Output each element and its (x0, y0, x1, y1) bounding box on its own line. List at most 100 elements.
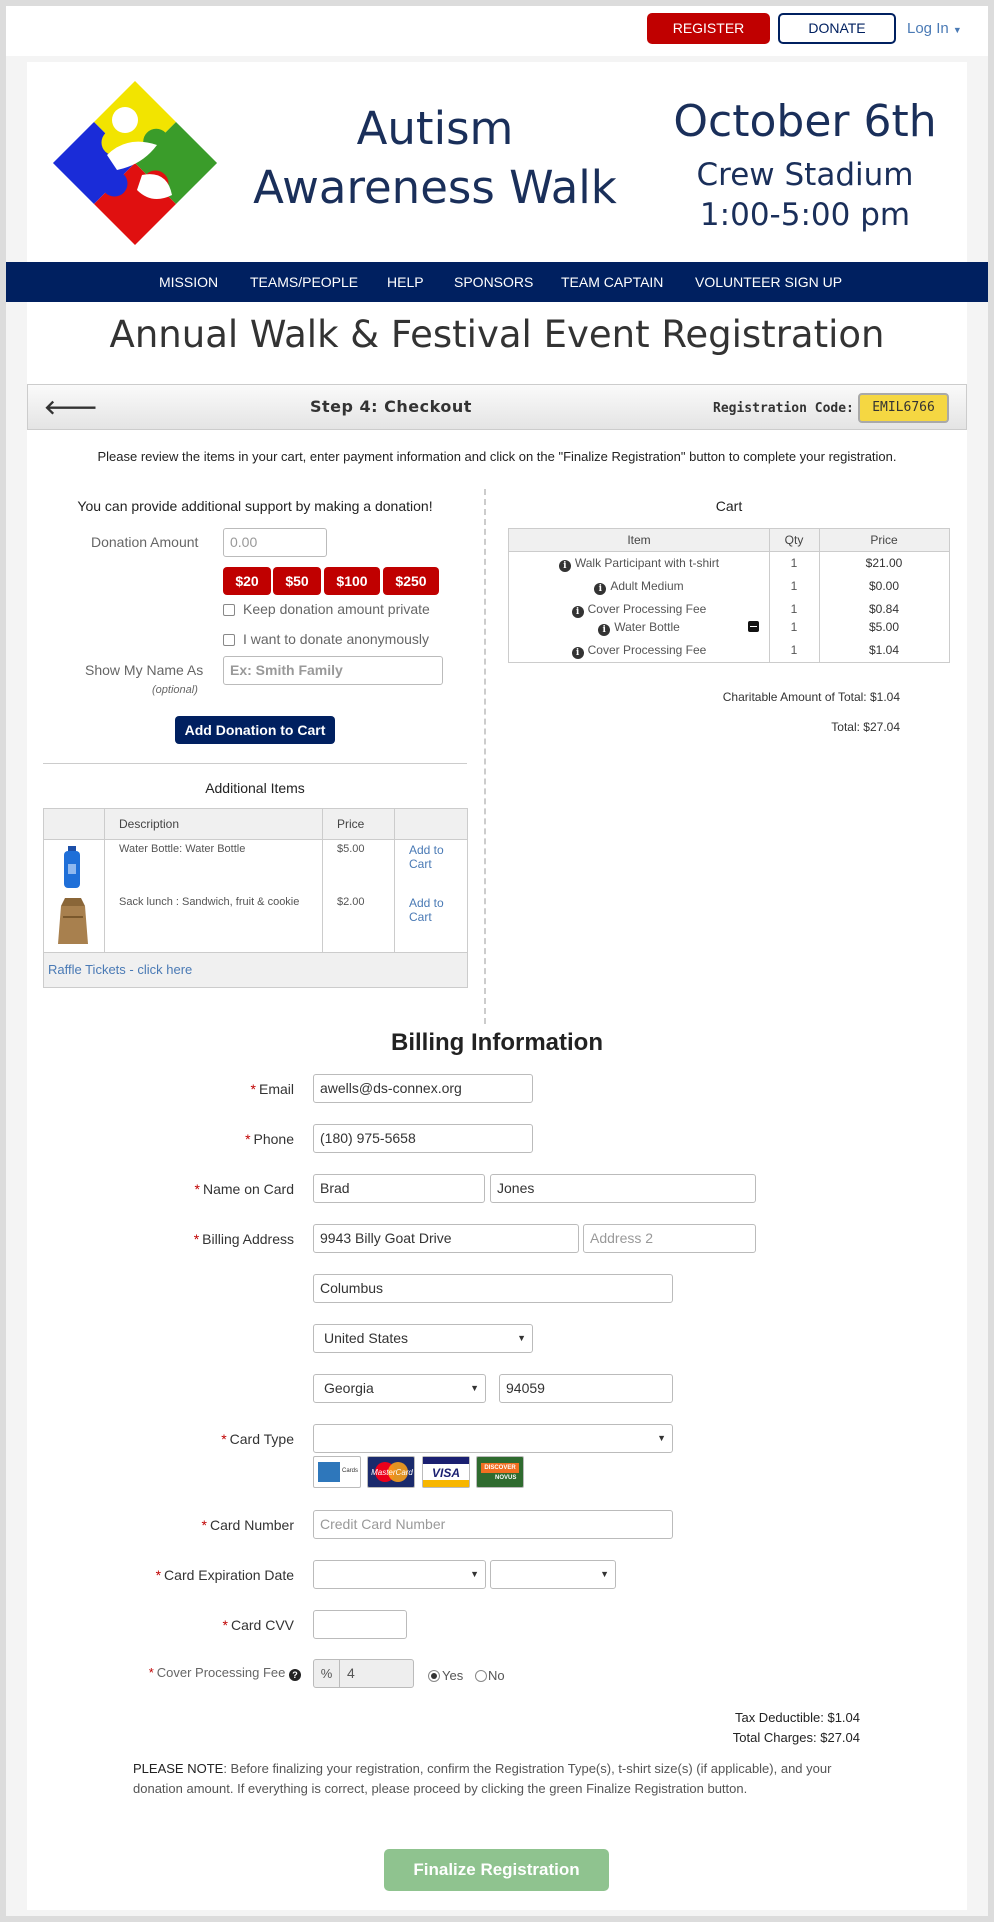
chevron-down-icon: ▼ (517, 1333, 526, 1343)
country-select[interactable]: United States ▼ (313, 1324, 533, 1353)
divider (43, 763, 467, 764)
col-price: Price (870, 533, 898, 547)
donation-amount-input[interactable]: 0.00 (223, 528, 327, 557)
info-icon[interactable]: i (571, 647, 584, 659)
add-water-bottle-link[interactable]: Add to Cart (409, 843, 459, 871)
zip-input[interactable]: 94059 (499, 1374, 673, 1403)
item-description: Sack lunch : Sandwich, fruit & cookie (119, 896, 300, 908)
fee-yes-label: Yes (442, 1668, 464, 1683)
discover-icon: DISCOVER NOVUS (476, 1456, 524, 1488)
add-sack-lunch-link[interactable]: Add to Cart (409, 896, 459, 924)
cart-item: i Cover Processing Fee (509, 643, 769, 659)
login-dropdown[interactable]: Log In ▼ (907, 20, 962, 37)
exp-month-select[interactable]: ▼ (313, 1560, 486, 1589)
raffle-tickets-link[interactable]: Raffle Tickets - click here (48, 962, 192, 977)
note-text: : Before finalizing your registration, c… (133, 1761, 832, 1796)
cart-item: i Cover Processing Fee (509, 602, 769, 618)
card-number-label: * Card Number (201, 1517, 294, 1533)
phone-input[interactable]: (180) 975-5658 (313, 1124, 533, 1153)
nav-help[interactable]: HELP (387, 274, 424, 290)
anonymous-checkbox[interactable] (223, 634, 235, 646)
cover-fee-label: * Cover Processing Fee ? (149, 1665, 301, 1681)
cart-qty: 1 (790, 620, 798, 634)
cart-total: Total: $27.04 (831, 720, 900, 734)
chevron-down-icon: ▼ (600, 1569, 609, 1579)
register-button[interactable]: REGISTER (647, 13, 770, 44)
nav-teams-people[interactable]: TEAMS/PEOPLE (250, 274, 358, 290)
cart-item: i Walk Participant with t-shirt (509, 556, 769, 572)
card-cvv-label: * Card CVV (222, 1617, 294, 1633)
cart-qty: 1 (790, 579, 798, 593)
fee-yes-radio[interactable] (428, 1670, 440, 1682)
item-price: $2.00 (337, 896, 365, 908)
country-value: United States (324, 1330, 409, 1346)
state-select[interactable]: Georgia ▼ (313, 1374, 486, 1403)
finalize-registration-button[interactable]: Finalize Registration (384, 1849, 609, 1891)
info-icon[interactable]: i (571, 606, 584, 618)
nav-sponsors[interactable]: SPONSORS (454, 274, 533, 290)
donation-intro: You can provide additional support by ma… (77, 498, 433, 514)
fee-no-label: No (488, 1668, 505, 1683)
page-title: Annual Walk & Festival Event Registratio… (109, 313, 885, 356)
fee-no-radio[interactable] (475, 1670, 487, 1682)
event-venue: Crew Stadium (696, 157, 914, 193)
info-icon[interactable]: i (598, 624, 611, 636)
event-date: October 6th (673, 96, 937, 147)
login-label: Log In (907, 20, 949, 37)
email-input[interactable]: awells@ds-connex.org (313, 1074, 533, 1103)
total-charges: Total Charges: $27.04 (732, 1730, 860, 1745)
col-divider (104, 809, 105, 952)
info-icon[interactable]: i (594, 583, 607, 595)
exp-year-select[interactable]: ▼ (490, 1560, 616, 1589)
nav-volunteer[interactable]: VOLUNTEER SIGN UP (695, 274, 842, 290)
step-title: Step 4: Checkout (310, 397, 472, 416)
back-arrow-icon[interactable]: 🡐 (44, 395, 98, 420)
show-name-label: Show My Name As (85, 662, 204, 678)
donate-100-button[interactable]: $100 (324, 567, 380, 595)
paper-bag-icon (58, 898, 88, 944)
help-icon[interactable]: ? (289, 1669, 301, 1681)
donate-button[interactable]: DONATE (778, 13, 896, 44)
cart-price: $21.00 (865, 556, 903, 570)
column-divider (484, 489, 486, 1024)
phone-label: * Phone (245, 1131, 294, 1147)
amex-icon: Cards (313, 1456, 361, 1488)
cart-title: Cart (715, 498, 743, 514)
show-name-input[interactable]: Ex: Smith Family (223, 656, 443, 685)
email-label: * Email (250, 1081, 294, 1097)
keep-private-checkbox[interactable] (223, 604, 235, 616)
donate-50-button[interactable]: $50 (273, 567, 321, 595)
donate-250-button[interactable]: $250 (383, 567, 439, 595)
col-qty: Qty (784, 533, 804, 547)
card-type-select[interactable]: ▼ (313, 1424, 673, 1453)
card-number-input[interactable]: Credit Card Number (313, 1510, 673, 1539)
col-price: Price (337, 817, 365, 831)
card-type-label: * Card Type (221, 1431, 294, 1447)
step-bar: 🡐 Step 4: Checkout Registration Code: EM… (27, 384, 967, 430)
donate-20-button[interactable]: $20 (223, 567, 271, 595)
please-note: PLEASE NOTE: Before finalizing your regi… (133, 1759, 853, 1799)
additional-items-title: Additional Items (205, 780, 305, 796)
city-input[interactable]: Columbus (313, 1274, 673, 1303)
nav-mission[interactable]: MISSION (159, 274, 218, 290)
nav-team-captain[interactable]: TEAM CAPTAIN (561, 274, 663, 290)
address2-input[interactable]: Address 2 (583, 1224, 756, 1253)
percent-addon: % (314, 1660, 340, 1687)
card-expiration-label: * Card Expiration Date (155, 1567, 294, 1583)
last-name-input[interactable]: Jones (490, 1174, 756, 1203)
address1-input[interactable]: 9943 Billy Goat Drive (313, 1224, 579, 1253)
billing-address-label: * Billing Address (193, 1231, 294, 1247)
main-nav: MISSION TEAMS/PEOPLE HELP SPONSORS TEAM … (6, 262, 988, 302)
first-name-input[interactable]: Brad (313, 1174, 485, 1203)
hero-title-line2: Awareness Walk (253, 161, 617, 214)
puzzle-logo (52, 80, 218, 246)
remove-item-icon[interactable] (748, 621, 759, 632)
keep-private-label: Keep donation amount private (243, 601, 430, 617)
cart-table: Item Qty Price i Walk Participant with t-… (508, 528, 950, 663)
cart-qty: 1 (790, 643, 798, 657)
billing-title: Billing Information (391, 1029, 603, 1056)
cvv-input[interactable] (313, 1610, 407, 1639)
item-price: $5.00 (337, 843, 365, 855)
add-donation-button[interactable]: Add Donation to Cart (175, 716, 335, 744)
info-icon[interactable]: i (558, 560, 571, 572)
